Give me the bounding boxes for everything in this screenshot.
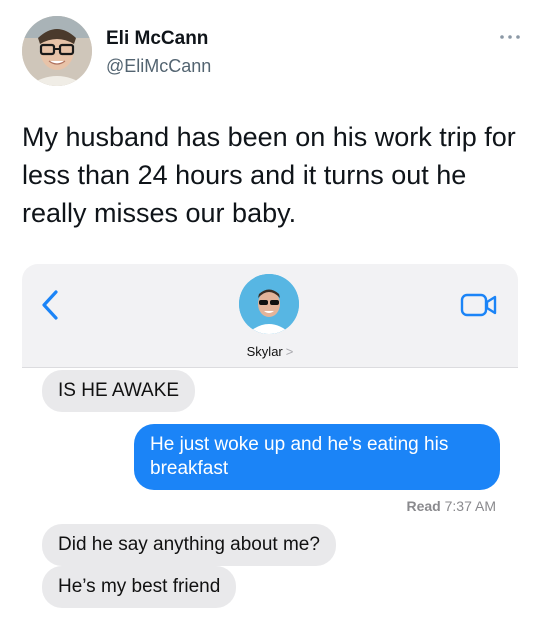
tweet-header: Eli McCann @EliMcCann — [22, 16, 522, 90]
contact-name-row[interactable]: Skylar > — [22, 344, 518, 359]
message-bubble-incoming[interactable]: IS HE AWAKE — [42, 370, 196, 412]
more-dots-icon[interactable] — [498, 30, 522, 42]
contact-avatar[interactable] — [239, 274, 299, 334]
imessage-header: Skylar > — [22, 264, 518, 368]
chevron-left-icon[interactable] — [38, 288, 62, 322]
author-name[interactable]: Eli McCann — [106, 28, 208, 50]
message-bubble-incoming[interactable]: He’s my best friend — [42, 566, 237, 608]
author-avatar[interactable] — [22, 16, 92, 86]
read-receipt: Read 7:37 AM — [407, 498, 497, 514]
message-bubble-outgoing[interactable]: He just woke up and he's eating his brea… — [134, 424, 500, 490]
chevron-right-icon: > — [285, 344, 294, 359]
media-screenshot[interactable]: Skylar > IS HE AWAKE He just woke up and … — [22, 264, 518, 636]
message-bubble-incoming[interactable]: Did he say anything about me? — [42, 524, 336, 566]
read-time: 7:37 AM — [444, 498, 496, 514]
read-label: Read — [406, 498, 441, 514]
tweet-text: My husband has been on his work trip for… — [22, 122, 516, 228]
video-camera-icon[interactable] — [460, 292, 498, 318]
contact-name[interactable]: Skylar — [247, 344, 283, 359]
author-handle[interactable]: @EliMcCann — [106, 56, 211, 77]
